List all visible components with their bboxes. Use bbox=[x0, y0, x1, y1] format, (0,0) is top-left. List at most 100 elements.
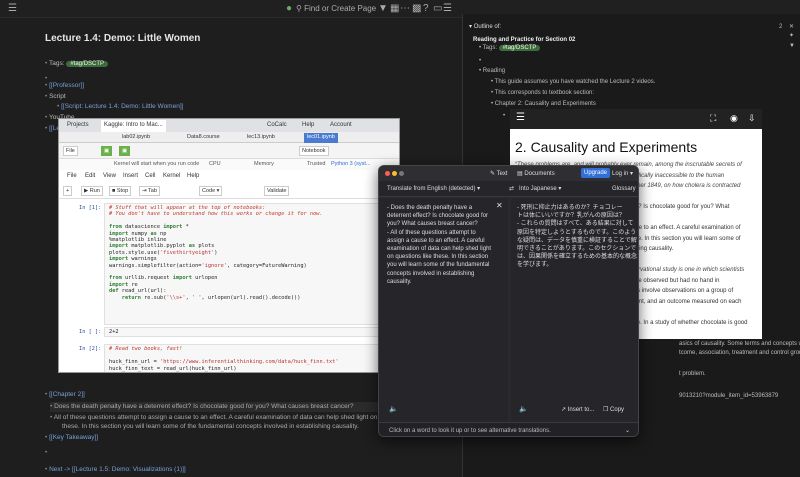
chevron-down-icon[interactable]: ⌄ bbox=[625, 427, 630, 435]
text-tab[interactable]: ✎ Text bbox=[490, 170, 508, 178]
code-cell-3-line2: huck_finn_text = read_url(huck_finn_url) bbox=[109, 366, 237, 372]
code-label: Code bbox=[202, 188, 216, 194]
source-language-select[interactable]: Translate from English (detected) ▾ bbox=[387, 185, 480, 193]
sidebar-icon[interactable]: ▭ bbox=[433, 3, 442, 15]
outline-r3-text: Chapter 2: Causality and Experiments bbox=[494, 101, 596, 107]
next-link[interactable]: Next -> [[Lecture 1.5: Demo: Visualizati… bbox=[49, 466, 186, 473]
outline-tag[interactable]: #tag/DSCTP bbox=[498, 45, 541, 51]
textbook-header: ☰ ⛶ ◉ ⇩ bbox=[510, 109, 762, 129]
file-menu-button[interactable]: File bbox=[63, 146, 78, 156]
swap-languages-icon[interactable]: ⇄ bbox=[509, 185, 514, 193]
stop-button[interactable]: ■ Stop bbox=[109, 186, 132, 196]
browser-tabs: Projects Kaggle: Intro to Mac... CoCalc … bbox=[59, 119, 399, 132]
notebook-topbar: File ▣ ▣ Notebook bbox=[59, 143, 399, 159]
sync-icon[interactable]: ● bbox=[286, 3, 292, 15]
outline-tags-label: Tags: bbox=[482, 45, 498, 51]
tab-projects[interactable]: Projects bbox=[64, 120, 92, 132]
filter-sidebar-icon[interactable]: ▼ bbox=[789, 42, 795, 50]
green-button-2[interactable]: ▣ bbox=[119, 146, 131, 156]
copy-label: Copy bbox=[610, 407, 625, 413]
chapter2-link[interactable]: [[Chapter 2]] bbox=[49, 391, 85, 398]
menu-kernel[interactable]: Kernel bbox=[163, 173, 180, 179]
professor-link[interactable]: [[Professor]] bbox=[49, 82, 84, 89]
filter-icon[interactable]: ▼ bbox=[378, 3, 388, 15]
find-or-create-search[interactable]: ⚲ Find or Create Page bbox=[296, 3, 376, 15]
graph-icon[interactable]: ▩ bbox=[412, 3, 421, 15]
minimize-dot[interactable] bbox=[392, 171, 397, 176]
professor-block: • [[Professor]] bbox=[45, 82, 85, 89]
insert-to-button[interactable]: ↗ Insert to... bbox=[561, 406, 594, 414]
code-cell-3-url: 'https://www.inferentialthinking.com/dat… bbox=[160, 359, 339, 365]
menu-insert[interactable]: Insert bbox=[123, 173, 138, 179]
close-sidebar-icon[interactable]: ✕ bbox=[789, 23, 794, 31]
find-label: Find or Create Page bbox=[304, 4, 377, 13]
script-link-block: • [[Script: Lecture 1.4: Demo: Little Wo… bbox=[57, 103, 184, 110]
right-menu-icon[interactable]: ☰ bbox=[443, 3, 452, 15]
code-cell-2[interactable] bbox=[104, 327, 398, 337]
after-link[interactable]: 9013210?module_item_id=53963879 bbox=[679, 392, 778, 400]
bullet-empty-2: • bbox=[45, 449, 48, 456]
notebook-status: Kernel will start when you run code CPU … bbox=[59, 159, 399, 170]
script-link[interactable]: [[Script: Lecture 1.4: Demo: Little Wome… bbox=[61, 103, 183, 110]
tab-account[interactable]: Account bbox=[327, 120, 355, 132]
zoom-dot[interactable] bbox=[399, 171, 404, 176]
tab-label: Tab bbox=[148, 188, 157, 194]
memory-status: Memory bbox=[254, 161, 274, 167]
target-pane[interactable]: - 死刑に抑止力はあるのか？チョコレー トは体にいいですか？乳がんの原因は？ -… bbox=[511, 198, 638, 422]
key-takeaway-link[interactable]: [[Key Takeaway]] bbox=[49, 434, 98, 441]
upgrade-button[interactable]: Upgrade bbox=[581, 168, 611, 178]
target-language-select[interactable]: Into Japanese ▾ bbox=[519, 185, 561, 193]
tab-kaggle[interactable]: Kaggle: Intro to Mac... bbox=[101, 120, 166, 132]
menu-file[interactable]: File bbox=[67, 173, 77, 179]
tag-dsctp[interactable]: #tag/DSCTP bbox=[66, 61, 109, 67]
pin-icon[interactable]: ✦ bbox=[789, 32, 794, 40]
more-icon[interactable]: ⋯ bbox=[400, 3, 410, 15]
clear-source-icon[interactable]: ✕ bbox=[496, 202, 503, 210]
code-cell-3-comment: # Read two books, fast! bbox=[109, 346, 183, 352]
outline-bullet-2: • bbox=[503, 113, 506, 119]
add-cell-button[interactable]: + bbox=[63, 186, 73, 196]
menu-icon[interactable]: ☰ bbox=[8, 3, 17, 15]
green-button-1[interactable]: ▣ bbox=[101, 146, 113, 156]
translator-footer: Click on a word to look it up or to see … bbox=[379, 422, 638, 436]
target-text: - 死刑に抑止力はあるのか？チョコレー トは体にいいですか？乳がんの原因は？ -… bbox=[517, 205, 638, 269]
tab-help[interactable]: Help bbox=[299, 120, 317, 132]
documents-tab[interactable]: ▤ Documents bbox=[517, 170, 555, 178]
hamburger-icon[interactable]: ☰ bbox=[516, 112, 525, 123]
download-icon[interactable]: ⇩ bbox=[748, 113, 756, 124]
menu-view[interactable]: View bbox=[103, 173, 116, 179]
outline-tags: • Tags: #tag/DSCTP bbox=[479, 44, 541, 52]
fullscreen-icon[interactable]: ⛶ bbox=[710, 113, 716, 124]
file-tab-lab02[interactable]: lab02.ipynb bbox=[119, 133, 153, 143]
outline-page-title[interactable]: Reading and Practice for Section 02 bbox=[473, 36, 575, 44]
source-pane[interactable]: - Does the death penalty have a deterren… bbox=[379, 198, 508, 422]
file-tab-data8[interactable]: Data8.course bbox=[184, 133, 223, 143]
menu-cell[interactable]: Cell bbox=[145, 173, 155, 179]
file-tab-lec01[interactable]: lec01.ipynb bbox=[304, 133, 338, 143]
q1-text: Does the death penalty have a deterrent … bbox=[54, 403, 354, 410]
menu-edit[interactable]: Edit bbox=[85, 173, 95, 179]
login-button[interactable]: Log in ▾ bbox=[612, 170, 633, 178]
file-tab-lec13[interactable]: lec13.ipynb bbox=[244, 133, 278, 143]
tab-button[interactable]: ⇥ Tab bbox=[139, 186, 160, 196]
textbook-title: 2. Causality and Experiments bbox=[515, 139, 698, 155]
file-tabs: lab02.ipynb Data8.course lec13.ipynb lec… bbox=[59, 132, 399, 143]
stop-label: Stop bbox=[116, 188, 129, 194]
speaker-source-icon[interactable]: 🔈 bbox=[389, 406, 398, 414]
outline-r3: • Chapter 2: Causality and Experiments bbox=[491, 101, 596, 107]
calendar-icon[interactable]: ▦ bbox=[390, 3, 399, 15]
notebook-toolbar: + ▶ Run ■ Stop ⇥ Tab Code ▾ Validate bbox=[59, 183, 399, 199]
copy-button[interactable]: ❐ Copy bbox=[603, 406, 624, 414]
validate-button[interactable]: Validate bbox=[264, 186, 290, 196]
help-icon[interactable]: ? bbox=[423, 3, 429, 15]
github-icon[interactable]: ◉ bbox=[730, 113, 738, 124]
glossary-button[interactable]: Glossary bbox=[612, 185, 636, 193]
kernel-select[interactable]: Notebook bbox=[299, 146, 329, 156]
menu-help[interactable]: Help bbox=[187, 173, 199, 179]
speaker-target-icon[interactable]: 🔈 bbox=[519, 406, 528, 414]
cell-type-select[interactable]: Code ▾ bbox=[199, 186, 223, 196]
tab-cocalc[interactable]: CoCalc bbox=[264, 120, 290, 132]
close-dot[interactable] bbox=[385, 171, 390, 176]
footer-hint: Click on a word to look it up or to see … bbox=[389, 428, 551, 434]
run-button[interactable]: ▶ Run bbox=[81, 186, 103, 196]
